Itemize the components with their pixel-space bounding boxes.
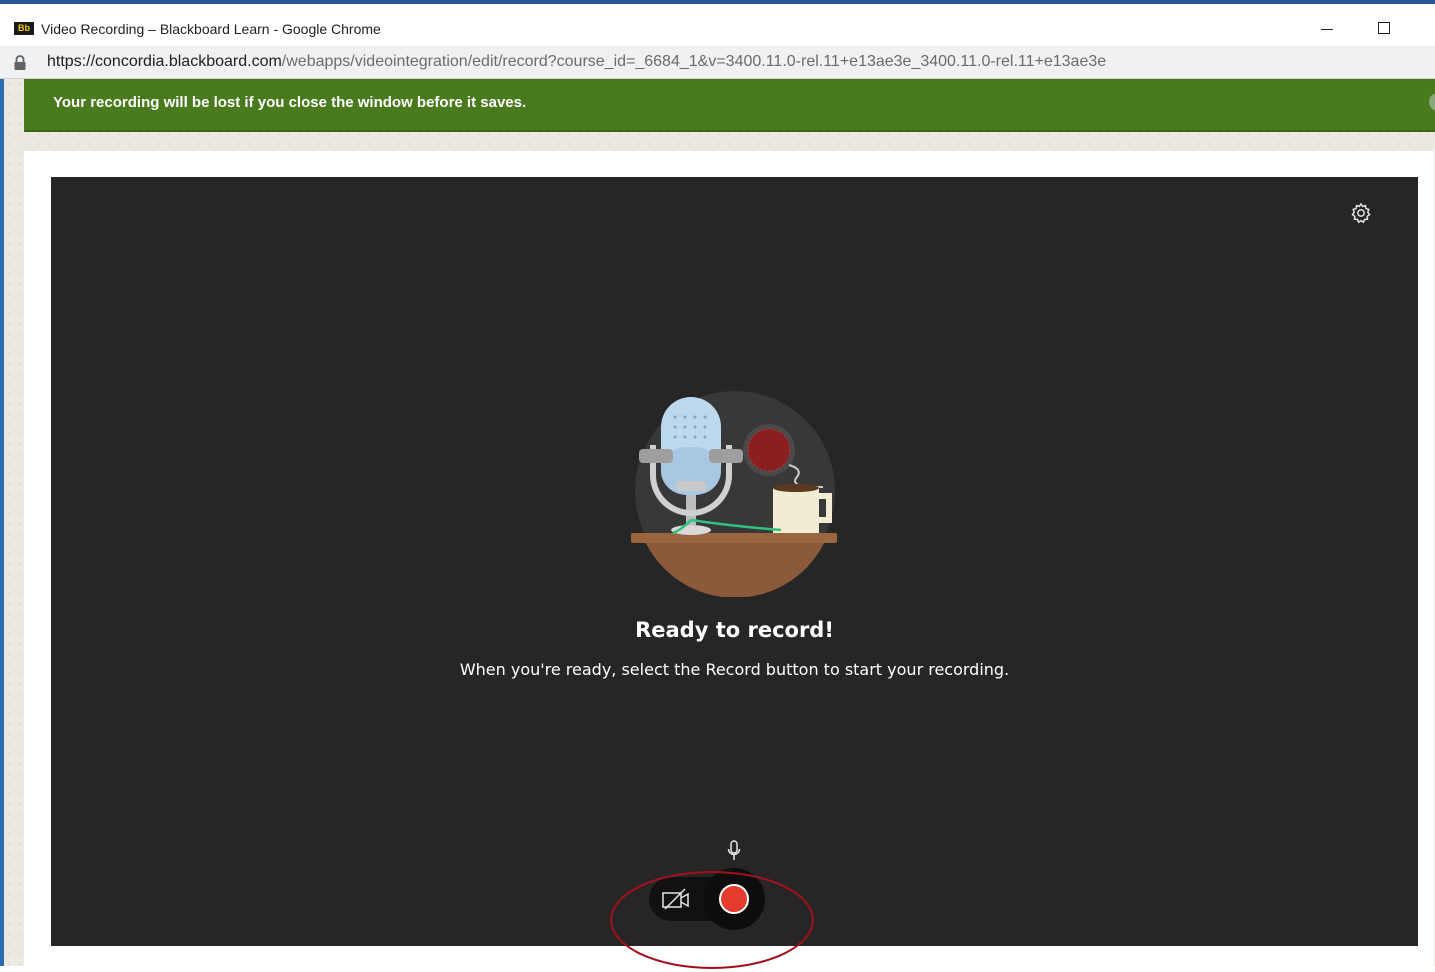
address-bar[interactable]: https://concordia.blackboard.com/webapps… <box>0 46 1435 79</box>
url-path: /webapps/videointegration/edit/record?co… <box>281 53 1107 70</box>
microphone-illustration <box>631 391 837 597</box>
recorder-card: Ready to record! When you're ready, sele… <box>24 151 1434 966</box>
url-host: https://concordia.blackboard.com <box>47 53 282 70</box>
gear-icon[interactable] <box>1349 201 1373 225</box>
highlight-annotation <box>610 871 814 969</box>
warning-banner: Your recording will be lost if you close… <box>24 79 1435 132</box>
minimize-icon <box>1321 28 1333 31</box>
browser-titlebar: Bb Video Recording – Blackboard Learn - … <box>0 0 1435 46</box>
microphone-icon[interactable] <box>727 840 741 862</box>
lock-icon <box>14 55 26 70</box>
instructions-text: When you're ready, select the Record but… <box>459 660 1010 679</box>
maximize-icon <box>1378 22 1390 34</box>
maximize-button[interactable] <box>1364 18 1404 40</box>
banner-close-icon[interactable] <box>1429 93 1435 111</box>
url-text[interactable]: https://concordia.blackboard.com/webapps… <box>47 53 1106 71</box>
recorder-stage: Ready to record! When you're ready, sele… <box>51 177 1418 946</box>
warning-text: Your recording will be lost if you close… <box>53 94 527 111</box>
minimize-button[interactable] <box>1307 18 1347 40</box>
page-content: Your recording will be lost if you close… <box>0 79 1435 966</box>
blackboard-favicon: Bb <box>14 22 34 35</box>
window-title: Video Recording – Blackboard Learn - Goo… <box>41 21 381 37</box>
ready-heading: Ready to record! <box>635 618 834 642</box>
